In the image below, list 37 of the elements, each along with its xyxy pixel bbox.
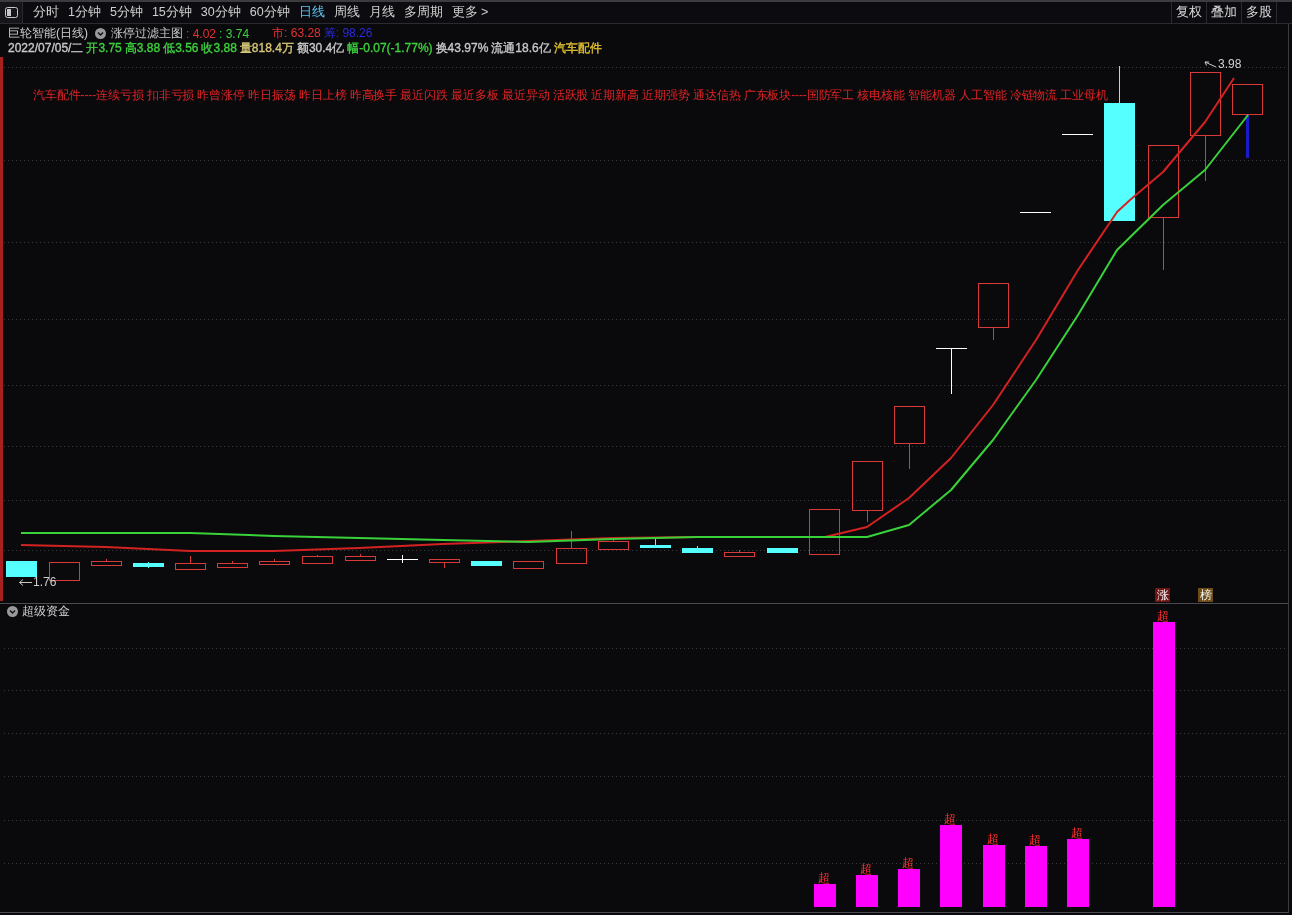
indicator-name: 涨停过滤主图 xyxy=(111,25,183,42)
panel-icon xyxy=(4,7,18,18)
quote-field: 额30.4亿 xyxy=(296,40,345,57)
panel-toggle-button[interactable] xyxy=(0,2,23,23)
bar-label: 超 xyxy=(1157,610,1169,622)
indicator-name: 超级资金 xyxy=(22,603,70,620)
signal-marker: 榜 xyxy=(1198,588,1213,602)
quote-field: 收3.88 xyxy=(201,40,237,57)
period-tab[interactable]: 日线 xyxy=(294,2,329,23)
quote-field: 汽车配件 xyxy=(553,40,602,57)
indicator-value: 筹: 98.26 xyxy=(323,25,373,42)
stock-title: 巨轮智能(日线) xyxy=(8,25,88,42)
period-tab[interactable]: 月线 xyxy=(364,2,399,23)
chevron-down-icon[interactable] xyxy=(95,28,106,39)
quote-field: 开3.75 xyxy=(86,40,122,57)
chevron-down-icon[interactable] xyxy=(7,606,18,617)
quote-field: 幅-0.07(-1.77%) xyxy=(347,40,433,57)
period-tab[interactable]: 30分钟 xyxy=(196,2,245,23)
toolbar-button[interactable]: 多股 xyxy=(1241,2,1277,23)
period-tab[interactable]: 分时 xyxy=(29,2,63,23)
indicator-value: 市: 63.28 xyxy=(272,25,321,42)
period-tab[interactable]: 周线 xyxy=(329,2,364,23)
period-tab[interactable]: 1分钟 xyxy=(64,2,105,23)
quote-field: 量818.4万 xyxy=(239,40,294,57)
period-tab[interactable]: 15分钟 xyxy=(147,2,196,23)
signal-marker: 涨 xyxy=(1155,588,1170,602)
indicator-value: : 3.74 xyxy=(219,26,250,41)
period-tab[interactable]: 60分钟 xyxy=(245,2,294,23)
quote-field: 换43.97% xyxy=(435,40,489,57)
quote-field: 流通18.6亿 xyxy=(491,40,551,57)
period-tab[interactable]: 多周期 xyxy=(399,2,447,23)
indicator-value: : 4.02 xyxy=(186,26,217,41)
quote-field: 低3.56 xyxy=(163,40,199,57)
quote-field: 高3.88 xyxy=(124,40,161,57)
quote-field: 2022/07/05/二 xyxy=(8,40,84,57)
period-tab[interactable]: 更多 > xyxy=(447,2,493,23)
period-tab[interactable]: 5分钟 xyxy=(105,2,147,23)
